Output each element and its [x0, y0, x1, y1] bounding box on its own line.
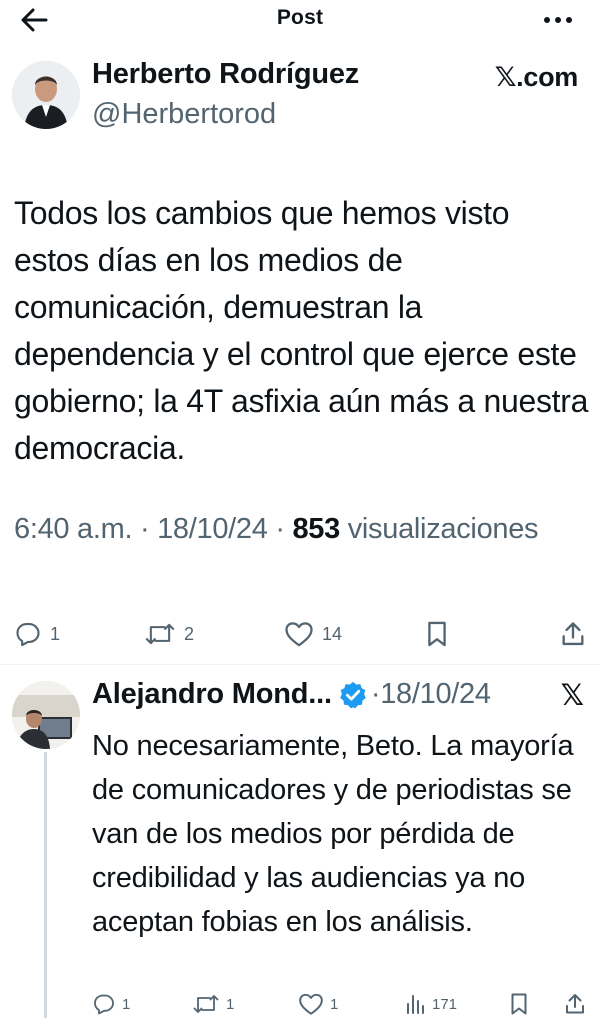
- reply-text: No necesariamente, Beto. La mayoría de c…: [92, 730, 574, 938]
- more-button[interactable]: [542, 10, 574, 30]
- bookmark-icon: [511, 993, 527, 1015]
- post-actions: 1 2 14: [0, 614, 600, 654]
- reply-reply-button[interactable]: 1: [92, 992, 130, 1016]
- source-label: .com: [516, 62, 578, 92]
- repost-button[interactable]: 2: [144, 614, 194, 654]
- reply-count: 1: [50, 623, 61, 644]
- reply-like-button[interactable]: 1: [298, 992, 338, 1016]
- divider: [0, 664, 600, 665]
- share-icon: [566, 994, 584, 1014]
- reply-like-count: 1: [330, 995, 339, 1013]
- verified-icon: [340, 681, 366, 708]
- repost-icon: [193, 995, 219, 1013]
- x-logo-icon: 𝕏: [560, 678, 584, 712]
- reply-button[interactable]: 1: [14, 614, 60, 654]
- reply-header: Alejandro Mond... ·18/10/24: [92, 678, 491, 711]
- reply-date[interactable]: ·18/10/24: [371, 678, 491, 711]
- author-name[interactable]: Herberto Rodríguez: [92, 58, 359, 91]
- post-time[interactable]: 6:40 a.m.: [14, 513, 133, 545]
- views-label: visualizaciones: [347, 513, 539, 545]
- meta-separator: ·: [267, 513, 293, 545]
- repost-icon: [145, 623, 175, 645]
- meta-separator: ·: [132, 513, 158, 545]
- reply-bookmark-button[interactable]: [508, 992, 530, 1016]
- avatar-photo: [12, 61, 80, 129]
- reply-share-button[interactable]: [564, 992, 586, 1016]
- reply-views-button[interactable]: 171: [404, 992, 457, 1016]
- top-bar: Post: [0, 0, 600, 40]
- like-button[interactable]: 14: [284, 614, 342, 654]
- reply-actions: 1 1 1 171: [0, 986, 600, 1018]
- post-text: Todos los cambios que hemos visto estos …: [14, 195, 589, 466]
- reply-repost-count: 1: [226, 995, 235, 1013]
- reply-icon: [94, 994, 114, 1015]
- author-avatar[interactable]: [12, 61, 80, 129]
- reply-avatar[interactable]: [12, 681, 80, 749]
- thread-line: [44, 752, 47, 1018]
- share-icon: [562, 622, 584, 646]
- x-logo-icon: 𝕏: [494, 62, 517, 93]
- share-button[interactable]: [560, 614, 586, 654]
- reply-icon: [16, 623, 40, 647]
- avatar-photo: [12, 681, 80, 749]
- reply-reply-count: 1: [122, 995, 131, 1013]
- repost-count: 2: [184, 623, 195, 644]
- reply-views-count: 171: [432, 995, 458, 1013]
- reply-author-name[interactable]: Alejandro Mond...: [92, 678, 332, 711]
- views-count: 853: [292, 513, 340, 545]
- reply-repost-button[interactable]: 1: [192, 992, 234, 1016]
- bookmark-icon: [428, 621, 446, 647]
- more-icon: [544, 17, 572, 23]
- author-handle[interactable]: @Herbertorod: [92, 98, 276, 131]
- page-title: Post: [276, 6, 324, 29]
- post-date[interactable]: 18/10/24: [157, 513, 268, 545]
- post-meta: 6:40 a.m. · 18/10/24 · 853 visualizacion…: [14, 513, 539, 546]
- bookmark-button[interactable]: [424, 614, 450, 654]
- like-icon: [299, 993, 323, 1015]
- like-icon: [285, 622, 313, 647]
- views-icon: [407, 995, 424, 1014]
- source-badge: 𝕏.com: [494, 62, 579, 93]
- like-count: 14: [322, 623, 343, 644]
